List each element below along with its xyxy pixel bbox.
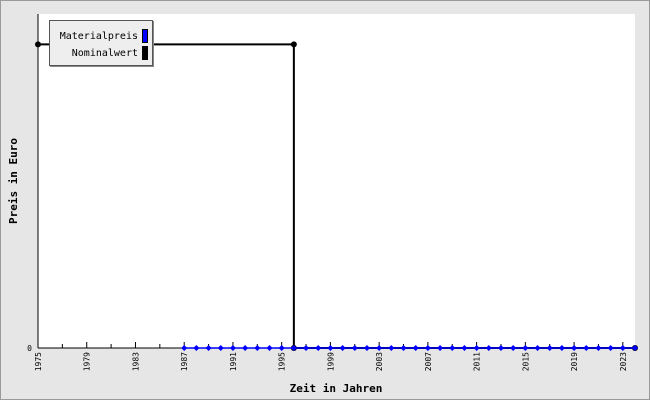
x-tick-label: 2003 <box>375 352 384 371</box>
x-tick-label: 2019 <box>570 352 579 371</box>
legend-item-nominalwert: Nominalwert <box>72 46 148 60</box>
x-tick-label: 1995 <box>278 352 287 371</box>
x-tick-label: 2015 <box>521 352 530 371</box>
data-point-nominalwert <box>35 41 41 48</box>
x-tick-label: 1975 <box>34 352 43 371</box>
x-tick-label: 1987 <box>180 352 189 371</box>
x-tick-label: 2011 <box>473 352 482 371</box>
y-tick-group: 0 <box>27 344 32 353</box>
y-tick-label: 0 <box>27 344 32 353</box>
legend-swatch-black <box>142 46 148 60</box>
x-tick-label: 2007 <box>424 352 433 371</box>
legend-label: Nominalwert <box>71 47 138 59</box>
legend-swatch-blue <box>142 29 148 43</box>
legend: Materialpreis Nominalwert <box>49 20 153 66</box>
x-tick-label: 1979 <box>83 352 92 371</box>
legend-item-materialpreis: Materialpreis <box>60 29 148 43</box>
x-axis-label: Zeit in Jahren <box>290 382 383 395</box>
legend-label: Materialpreis <box>59 30 138 42</box>
x-tick-label: 1983 <box>131 352 140 371</box>
x-tick-label: 2023 <box>619 352 628 371</box>
x-tick-label: 1991 <box>229 352 238 371</box>
data-point-nominalwert <box>290 41 297 48</box>
y-axis-label: Preis in Euro <box>7 138 20 224</box>
x-tick-label: 1999 <box>326 352 335 371</box>
